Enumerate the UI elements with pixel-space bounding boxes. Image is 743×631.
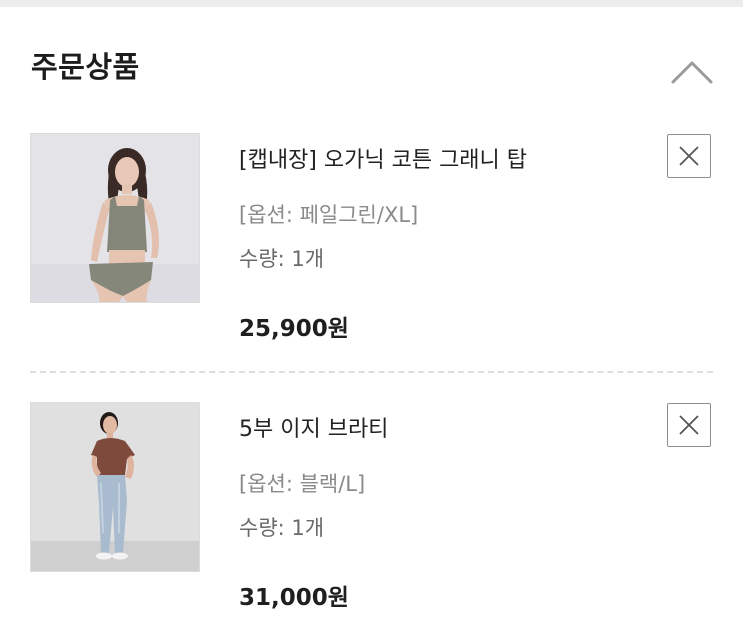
product-thumbnail[interactable] — [30, 133, 200, 303]
product-name[interactable]: [캡내장] 오가닉 코튼 그래니 탑 — [239, 142, 527, 174]
top-separator-strip — [0, 0, 743, 7]
product-image — [31, 134, 199, 302]
product-quantity: 수량: 1개 — [239, 247, 325, 271]
product-image — [31, 403, 199, 571]
item-divider — [30, 371, 713, 373]
product-thumbnail[interactable] — [30, 402, 200, 572]
section-title: 주문상품 — [31, 50, 140, 84]
close-icon — [679, 415, 699, 435]
product-quantity: 수량: 1개 — [239, 516, 325, 540]
product-price: 25,900원 — [239, 316, 349, 342]
product-price: 31,000원 — [239, 585, 349, 611]
order-item: [캡내장] 오가닉 코튼 그래니 탑 [옵션: 페일그린/XL] 수량: 1개 … — [0, 133, 743, 369]
order-products-header: 주문상품 — [0, 7, 743, 117]
remove-item-button[interactable] — [667, 403, 711, 447]
order-item: 5부 이지 브라티 [옵션: 블랙/L] 수량: 1개 31,000원 — [0, 402, 743, 631]
product-option: [옵션: 블랙/L] — [239, 472, 366, 496]
collapse-toggle-button[interactable] — [666, 55, 718, 87]
close-icon — [679, 146, 699, 166]
chevron-up-icon — [671, 61, 713, 84]
remove-item-button[interactable] — [667, 134, 711, 178]
product-option: [옵션: 페일그린/XL] — [239, 203, 419, 227]
product-name[interactable]: 5부 이지 브라티 — [239, 411, 388, 443]
